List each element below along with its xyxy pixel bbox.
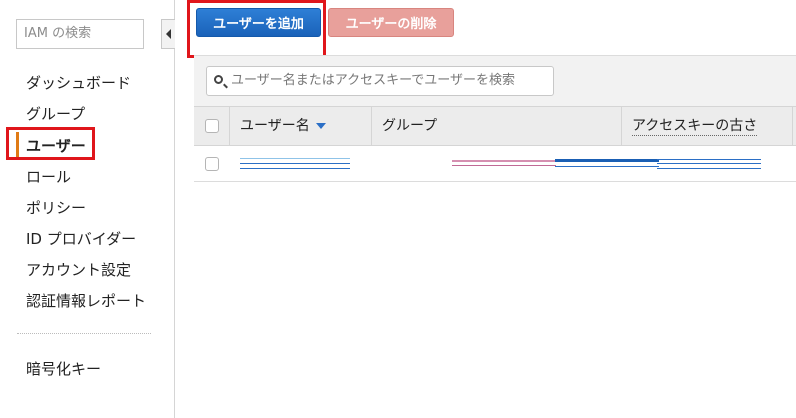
redacted-access-key-age [657,163,761,164]
sidebar-item-identity-providers[interactable]: ID プロバイダー [26,228,136,249]
redacted-access-key-age [657,159,761,160]
sidebar: IAM の検索 ダッシュボード グループ ユーザー ロール ポリシー ID プロ… [0,0,175,418]
sidebar-item-encryption-keys[interactable]: 暗号化キー [26,358,101,379]
sidebar-item-roles[interactable]: ロール [26,166,71,187]
sidebar-item-policies[interactable]: ポリシー [26,197,86,218]
sidebar-collapse-button[interactable] [161,19,175,49]
table-row[interactable] [194,146,796,182]
column-separator [371,107,372,145]
delete-user-button[interactable]: ユーザーの削除 [328,8,454,37]
sidebar-item-dashboard[interactable]: ダッシュボード [26,72,131,93]
redacted-access-key-age [657,168,761,169]
redacted-username[interactable] [240,158,350,159]
select-all-checkbox[interactable] [205,119,219,133]
redacted-group [555,159,659,162]
column-separator [229,107,230,145]
sidebar-item-credential-report[interactable]: 認証情報レポート [26,290,146,311]
chevron-left-icon [166,29,171,39]
sidebar-item-groups[interactable]: グループ [26,103,85,124]
column-header-username[interactable]: ユーザー名 [240,107,326,145]
redacted-group [452,165,556,166]
redacted-group [452,160,556,162]
iam-search-input[interactable]: IAM の検索 [16,19,144,49]
sidebar-divider [17,333,151,334]
row-checkbox[interactable] [205,157,219,171]
filter-bar: ユーザー名またはアクセスキーでユーザーを検索 [194,55,796,106]
redacted-group [555,166,659,167]
add-user-highlight-box [187,0,326,58]
user-filter-input[interactable]: ユーザー名またはアクセスキーでユーザーを検索 [206,66,554,96]
filter-placeholder: ユーザー名またはアクセスキーでユーザーを検索 [231,73,516,88]
column-header-groups[interactable]: グループ [382,107,437,145]
column-header-access-key-age[interactable]: アクセスキーの古さ [632,107,758,145]
users-highlight-box [6,127,95,160]
sidebar-item-account-settings[interactable]: アカウント設定 [26,259,131,280]
column-separator [621,107,622,145]
sort-desc-icon [315,123,326,129]
users-table-header: ユーザー名 グループ アクセスキーの古さ [194,106,796,146]
column-separator [792,107,793,145]
search-icon [214,75,223,84]
redacted-username [240,163,350,164]
redacted-username [240,168,350,169]
